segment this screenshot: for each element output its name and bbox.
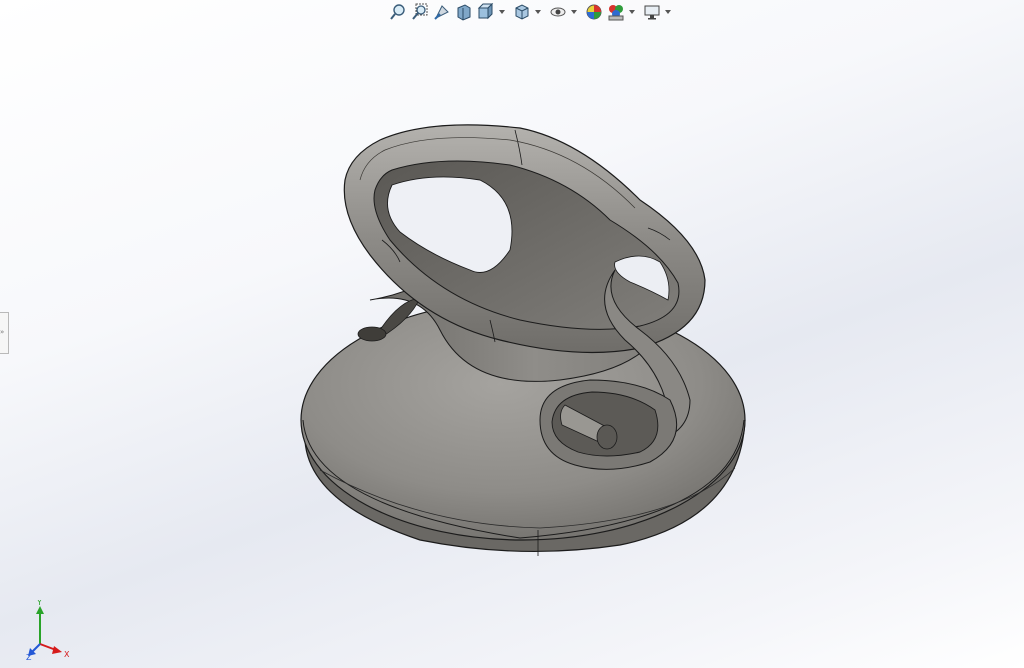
section-view-icon[interactable] [454,2,474,22]
apply-scene-icon[interactable] [606,2,626,22]
apply-scene-dropdown[interactable] [628,2,636,22]
x-arrow-icon [52,646,62,654]
zoom-to-area-icon[interactable] [410,2,430,22]
display-style-dropdown[interactable] [534,2,542,22]
feature-manager-expand-tab[interactable]: » [0,312,9,354]
y-axis-label: Y [36,600,42,607]
x-axis-label: X [64,650,70,659]
heads-up-view-toolbar [388,2,676,22]
view-settings-dropdown[interactable] [664,2,672,22]
hide-show-items-icon[interactable] [548,2,568,22]
view-orientation-icon[interactable] [476,2,496,22]
zoom-to-fit-icon[interactable] [388,2,408,22]
y-arrow-icon [36,606,44,614]
part-model[interactable] [0,0,1024,668]
z-axis-label: Z [26,653,32,660]
previous-view-icon[interactable] [432,2,452,22]
reference-triad: Y X Z [26,600,70,660]
hide-show-items-dropdown[interactable] [570,2,578,22]
display-style-icon[interactable] [512,2,532,22]
view-settings-icon[interactable] [642,2,662,22]
view-orientation-dropdown[interactable] [498,2,506,22]
z-axis [31,643,41,653]
expand-arrow-icon: » [0,328,5,336]
edit-appearance-icon[interactable] [584,2,604,22]
graphics-viewport[interactable]: » Y X Z [0,0,1024,668]
